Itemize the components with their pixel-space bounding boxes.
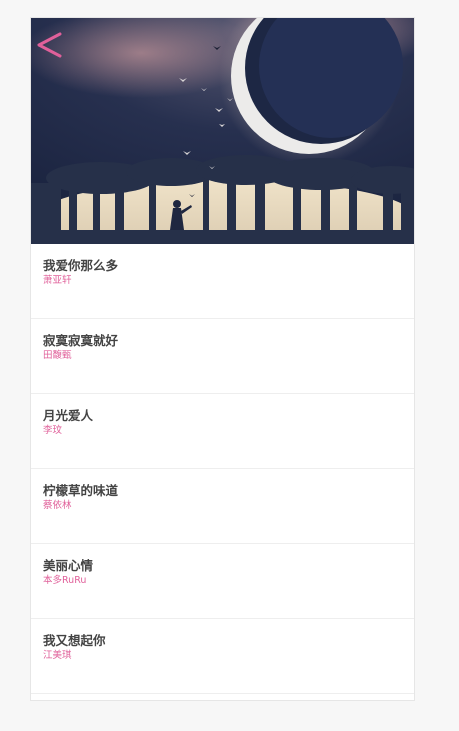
- song-list: 我爱你那么多 萧亚轩 寂寞寂寞就好 田馥甄 月光爱人 李玟 柠檬草的味道 蔡依林…: [31, 244, 414, 694]
- back-button[interactable]: [33, 28, 67, 62]
- song-title: 柠檬草的味道: [43, 483, 119, 498]
- song-list-item[interactable]: 月光爱人 李玟: [31, 394, 414, 469]
- chevron-left-icon: [37, 32, 62, 58]
- song-list-item[interactable]: 柠檬草的味道 蔡依林: [31, 469, 414, 544]
- album-banner: [31, 18, 414, 244]
- moon-night-illustration: [31, 18, 414, 244]
- song-list-item[interactable]: 美丽心情 本多RuRu: [31, 544, 414, 619]
- song-list-item[interactable]: 我爱你那么多 萧亚轩: [31, 244, 414, 319]
- song-list-item[interactable]: 寂寞寂寞就好 田馥甄: [31, 319, 414, 394]
- song-title: 我爱你那么多: [43, 258, 119, 273]
- song-artist: 田馥甄: [43, 350, 72, 361]
- song-artist: 萧亚轩: [43, 275, 72, 286]
- song-artist: 李玟: [43, 425, 63, 436]
- song-artist: 本多RuRu: [43, 575, 87, 586]
- song-artist: 蔡依林: [43, 500, 72, 511]
- song-title: 我又想起你: [43, 633, 106, 648]
- song-title: 月光爱人: [43, 408, 94, 423]
- song-title: 寂寞寂寞就好: [43, 333, 119, 348]
- song-list-item[interactable]: 我又想起你 江美琪: [31, 619, 414, 694]
- song-artist: 江美琪: [43, 650, 72, 661]
- song-title: 美丽心情: [43, 558, 94, 573]
- app-frame: 我爱你那么多 萧亚轩 寂寞寂寞就好 田馥甄 月光爱人 李玟 柠檬草的味道 蔡依林…: [30, 17, 415, 701]
